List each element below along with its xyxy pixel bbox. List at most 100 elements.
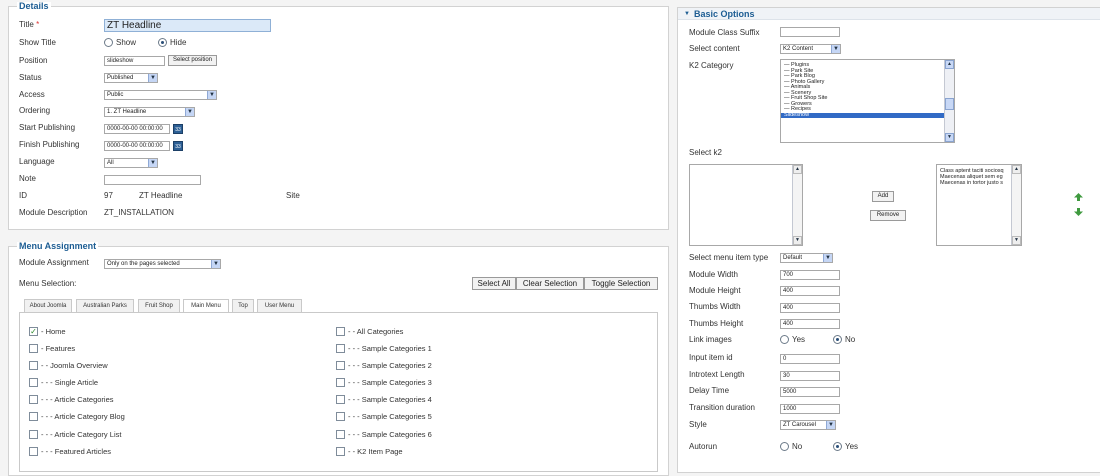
move-down-arrow-icon[interactable] xyxy=(1074,208,1083,216)
note-input[interactable] xyxy=(104,175,201,185)
tab-australian-parks[interactable]: Australian Parks xyxy=(76,299,134,312)
start-publishing-label: Start Publishing xyxy=(19,123,76,132)
tab-top[interactable]: Top xyxy=(232,299,254,312)
add-button[interactable]: Add xyxy=(872,191,894,202)
position-input[interactable]: slideshow xyxy=(104,56,165,66)
menu-item-checkbox[interactable] xyxy=(336,361,345,370)
module-height-label: Module Height xyxy=(689,286,741,295)
show-title-hide-radio[interactable] xyxy=(158,38,167,47)
menu-item-checkbox[interactable] xyxy=(336,378,345,387)
clear-selection-button[interactable]: Clear Selection xyxy=(516,277,584,290)
menu-item-checkbox[interactable] xyxy=(29,412,38,421)
select-all-button[interactable]: Select All xyxy=(472,277,516,290)
scroll-down-icon[interactable]: ▼ xyxy=(793,236,802,245)
language-label: Language xyxy=(19,157,55,166)
menu-item-checkbox[interactable] xyxy=(29,430,38,439)
select-position-button[interactable]: Select position xyxy=(168,55,217,66)
scroll-up-icon[interactable]: ▲ xyxy=(945,60,954,69)
calendar-icon[interactable]: 33 xyxy=(173,141,183,151)
remove-button[interactable]: Remove xyxy=(870,210,906,221)
tab-main-menu[interactable]: Main Menu xyxy=(183,299,229,313)
available-k2-listbox[interactable]: ▲ ▼ xyxy=(689,164,803,246)
menu-item-checkbox[interactable] xyxy=(336,447,345,456)
tab-about-joomla[interactable]: About Joomla xyxy=(24,299,72,312)
link-images-label: Link images xyxy=(689,335,732,344)
menu-item-checkbox[interactable] xyxy=(29,378,38,387)
menu-item-label: - - - Article Category Blog xyxy=(41,412,125,421)
link-images-yes-radio[interactable] xyxy=(780,335,789,344)
menu-item-label: - - - Sample Categories 2 xyxy=(348,361,432,370)
scroll-down-icon[interactable]: ▼ xyxy=(1012,236,1021,245)
autorun-yes-radio[interactable] xyxy=(833,442,842,451)
module-width-input[interactable]: 700 xyxy=(780,270,840,280)
module-width-label: Module Width xyxy=(689,270,738,279)
menu-item-label: - - Joomla Overview xyxy=(41,361,108,370)
scroll-up-icon[interactable]: ▲ xyxy=(793,165,802,174)
basic-options-header[interactable]: ▼ Basic Options xyxy=(678,8,1100,20)
module-class-suffix-input[interactable] xyxy=(780,27,840,37)
thumbs-height-input[interactable]: 400 xyxy=(780,319,840,329)
menu-item-label: - - - Sample Categories 6 xyxy=(348,430,432,439)
menu-item-checkbox[interactable] xyxy=(336,327,345,336)
introtext-length-input[interactable]: 30 xyxy=(780,371,840,381)
menu-item-checkbox[interactable] xyxy=(29,447,38,456)
menu-item-checkbox[interactable] xyxy=(29,395,38,404)
ordering-select[interactable]: 1. ZT Headline ▼ xyxy=(104,107,195,117)
autorun-no-label: No xyxy=(792,442,803,451)
title-input[interactable]: ZT Headline xyxy=(104,19,271,32)
thumbs-height-label: Thumbs Height xyxy=(689,319,744,328)
status-label: Status xyxy=(19,73,42,82)
menu-item-type-select[interactable]: Default ▼ xyxy=(780,253,833,263)
input-item-id-input[interactable]: 0 xyxy=(780,354,840,364)
chevron-down-icon: ▼ xyxy=(148,74,157,82)
ordering-label: Ordering xyxy=(19,106,51,115)
menu-item-label: - - - Sample Categories 1 xyxy=(348,344,432,353)
start-publishing-input[interactable]: 0000-00-00 00:00:00 xyxy=(104,124,170,134)
listbox-scrollbar[interactable]: ▲ ▼ xyxy=(944,60,954,142)
menu-item-checkbox[interactable] xyxy=(29,344,38,353)
show-title-show-radio[interactable] xyxy=(104,38,113,47)
menu-item-checkbox[interactable] xyxy=(29,361,38,370)
listbox-scrollbar[interactable]: ▲ ▼ xyxy=(792,165,802,245)
show-title-label: Show Title xyxy=(19,38,56,47)
menu-item-checkbox[interactable] xyxy=(336,412,345,421)
module-assignment-select[interactable]: Only on the pages selected ▼ xyxy=(104,259,221,269)
move-up-arrow-icon[interactable] xyxy=(1074,193,1083,201)
tab-user-menu[interactable]: User Menu xyxy=(257,299,302,312)
select-content-select[interactable]: K2 Content ▼ xyxy=(780,44,841,54)
thumbs-width-input[interactable]: 400 xyxy=(780,303,840,313)
list-item-selected[interactable]: Slideshow xyxy=(781,112,954,118)
menu-item-checkbox[interactable] xyxy=(336,395,345,404)
chevron-down-icon: ▼ xyxy=(185,108,194,116)
finish-publishing-input[interactable]: 0000-00-00 00:00:00 xyxy=(104,141,170,151)
scroll-up-icon[interactable]: ▲ xyxy=(1012,165,1021,174)
chevron-down-icon: ▼ xyxy=(823,254,832,262)
list-item[interactable]: Maecenas in tortor justo s xyxy=(937,180,1021,186)
language-select[interactable]: All ▼ xyxy=(104,158,158,168)
menu-item-label: - - - Article Category List xyxy=(41,430,122,439)
show-title-hide-label: Hide xyxy=(170,38,187,47)
toggle-selection-button[interactable]: Toggle Selection xyxy=(584,277,658,290)
tab-fruit-shop[interactable]: Fruit Shop xyxy=(138,299,180,312)
module-height-input[interactable]: 400 xyxy=(780,286,840,296)
link-images-no-radio[interactable] xyxy=(833,335,842,344)
delay-time-input[interactable]: 5000 xyxy=(780,387,840,397)
menu-item-type-label: Select menu item type xyxy=(689,253,769,262)
menu-item-checkbox[interactable]: ✓ xyxy=(29,327,38,336)
listbox-scrollbar[interactable]: ▲ ▼ xyxy=(1011,165,1021,245)
menu-item-checkbox[interactable] xyxy=(336,430,345,439)
status-select[interactable]: Published ▼ xyxy=(104,73,158,83)
access-select[interactable]: Public ▼ xyxy=(104,90,217,100)
selected-k2-listbox[interactable]: Class aptent taciti sociosq Maecenas ali… xyxy=(936,164,1022,246)
scroll-thumb[interactable] xyxy=(945,98,954,110)
scroll-down-icon[interactable]: ▼ xyxy=(945,133,954,142)
calendar-icon[interactable]: 33 xyxy=(173,124,183,134)
menu-item-checkbox[interactable] xyxy=(336,344,345,353)
style-select[interactable]: ZT Carousel ▼ xyxy=(780,420,836,430)
style-label: Style xyxy=(689,420,707,429)
k2-category-listbox[interactable]: — Plugins — Park Site — Park Blog — Phot… xyxy=(780,59,955,143)
autorun-no-radio[interactable] xyxy=(780,442,789,451)
link-images-yes-label: Yes xyxy=(792,335,806,344)
transition-duration-input[interactable]: 1000 xyxy=(780,404,840,414)
menu-item-label: - - - Single Article xyxy=(41,378,99,387)
